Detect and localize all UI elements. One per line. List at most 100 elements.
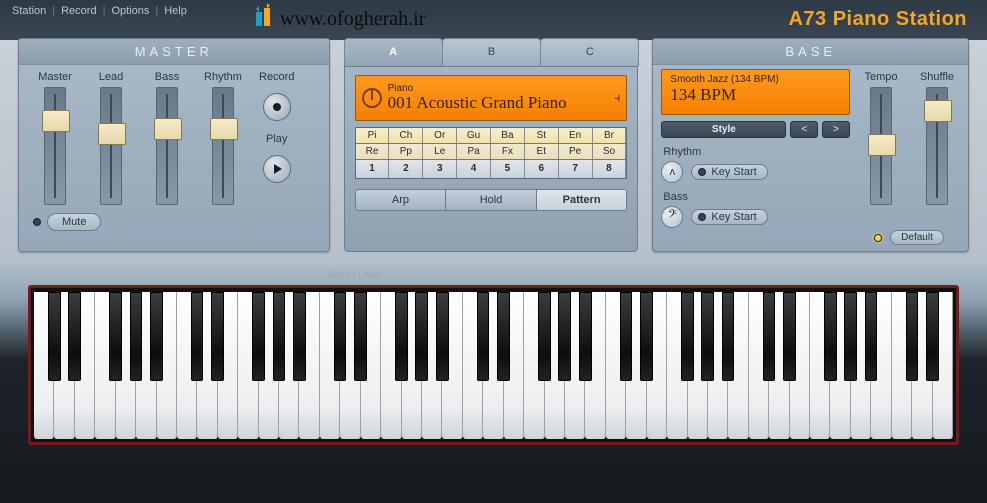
black-key[interactable] [191,292,204,381]
black-key[interactable] [620,292,633,381]
black-key[interactable] [211,292,224,381]
mute-button[interactable]: Mute [47,213,101,231]
bass-label: Bass [663,191,850,203]
default-button[interactable]: Default [890,230,944,245]
category-cell[interactable]: Pp [389,144,423,159]
style-button[interactable]: Style [661,121,786,138]
metronome-icon[interactable]: ᴧ [661,161,683,183]
master-title: MASTER [19,39,329,65]
category-cell[interactable]: Ch [389,128,423,143]
category-cell[interactable]: Et [525,144,559,159]
category-cell[interactable]: Le [423,144,457,159]
preset-number[interactable]: 6 [525,160,559,178]
black-key[interactable] [538,292,551,381]
slider-lead[interactable] [100,87,122,205]
black-key[interactable] [252,292,265,381]
tab-b[interactable]: B [442,38,541,66]
menu-record[interactable]: Record [61,5,96,17]
menu-options[interactable]: Options [111,5,149,17]
black-key[interactable] [844,292,857,381]
master-panel: MASTER Master Lead Bass Rhythm Record Pl… [18,38,330,252]
record-icon [273,103,281,111]
voice-panel: A B C Piano 001 Acoustic Grand Piano ⫞ P… [344,38,639,252]
slider-shuffle[interactable] [926,87,948,205]
category-cell[interactable]: En [559,128,593,143]
black-key[interactable] [906,292,919,381]
preset-number[interactable]: 3 [423,160,457,178]
style-prev-button[interactable]: < [790,121,818,138]
black-key[interactable] [722,292,735,381]
power-icon[interactable] [362,88,382,108]
pattern-button[interactable]: Pattern [536,189,628,211]
piano-keyboard[interactable] [28,285,959,445]
mute-led-icon [33,218,41,226]
category-cell[interactable]: Or [423,128,457,143]
preset-number[interactable]: 8 [593,160,627,178]
record-button[interactable] [263,93,291,121]
black-key[interactable] [109,292,122,381]
category-cell[interactable]: Pa [457,144,491,159]
black-key[interactable] [497,292,510,381]
preset-number[interactable]: 1 [356,160,390,178]
slider-label-bass: Bass [155,71,179,83]
category-cell[interactable]: Br [593,128,627,143]
patch-display[interactable]: Piano 001 Acoustic Grand Piano ⫞ [355,75,628,121]
black-key[interactable] [334,292,347,381]
slider-bass[interactable] [156,87,178,205]
category-cell[interactable]: Gu [457,128,491,143]
category-cell[interactable]: St [525,128,559,143]
tab-c[interactable]: C [540,38,639,66]
category-cell[interactable]: Ba [491,128,525,143]
style-next-button[interactable]: > [822,121,850,138]
black-key[interactable] [558,292,571,381]
app-title: A73 Piano Station [788,8,967,31]
preset-number[interactable]: 7 [559,160,593,178]
black-key[interactable] [763,292,776,381]
black-key[interactable] [579,292,592,381]
black-key[interactable] [640,292,653,381]
black-key[interactable] [436,292,449,381]
slider-master[interactable] [44,87,66,205]
preset-number[interactable]: 4 [457,160,491,178]
black-key[interactable] [273,292,286,381]
black-key[interactable] [865,292,878,381]
category-cell[interactable]: Pi [356,128,390,143]
category-cell[interactable]: Re [356,144,390,159]
black-key[interactable] [48,292,61,381]
bass-clef-icon[interactable]: 𝄢 [661,206,683,228]
black-key[interactable] [681,292,694,381]
base-title: BASE [653,39,968,65]
patch-selector-icon[interactable]: ⫞ [614,90,621,106]
watermark-logo-icon [250,2,280,32]
black-key[interactable] [783,292,796,381]
rhythm-keystart-button[interactable]: Key Start [691,164,767,180]
category-cell[interactable]: Pe [559,144,593,159]
black-key[interactable] [477,292,490,381]
tab-a[interactable]: A [344,38,443,66]
slider-rhythm[interactable] [212,87,234,205]
category-cell[interactable]: Fx [491,144,525,159]
black-key[interactable] [395,292,408,381]
black-key[interactable] [68,292,81,381]
black-key[interactable] [354,292,367,381]
play-icon [274,164,282,174]
black-key[interactable] [130,292,143,381]
black-key[interactable] [824,292,837,381]
arp-button[interactable]: Arp [355,189,447,211]
menu-help[interactable]: Help [164,5,187,17]
play-button[interactable] [263,155,291,183]
style-display[interactable]: Smooth Jazz (134 BPM) 134 BPM [661,69,850,115]
slider-tempo[interactable] [870,87,892,205]
hold-button[interactable]: Hold [445,189,537,211]
black-key[interactable] [415,292,428,381]
black-key[interactable] [701,292,714,381]
black-key[interactable] [150,292,163,381]
style-name: Smooth Jazz (134 BPM) [670,74,841,85]
menu-station[interactable]: Station [12,5,46,17]
black-key[interactable] [926,292,939,381]
category-cell[interactable]: So [593,144,627,159]
bass-keystart-button[interactable]: Key Start [691,209,767,225]
black-key[interactable] [293,292,306,381]
preset-number[interactable]: 5 [491,160,525,178]
preset-number[interactable]: 2 [389,160,423,178]
